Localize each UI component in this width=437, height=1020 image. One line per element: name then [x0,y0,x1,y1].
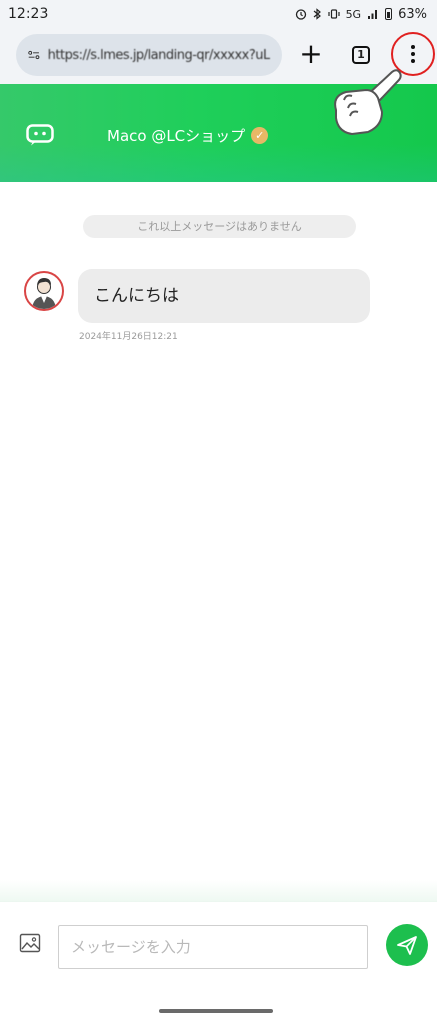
battery-icon [385,8,393,20]
site-settings-icon[interactable] [28,49,40,61]
avatar-person-icon [32,278,56,309]
home-indicator[interactable] [159,1009,273,1013]
battery-level: 63% [398,6,427,22]
address-bar[interactable]: https://s.lmes.jp/landing-qr/xxxxx?uLand… [16,34,282,76]
menu-dot-icon [411,59,415,63]
chat-logo-icon [26,124,54,146]
verified-badge-icon: ✓ [251,127,269,144]
menu-dot-icon [411,52,415,56]
avatar [24,271,64,311]
network-type: 5G [345,7,362,21]
vibrate-icon [327,9,340,19]
status-icons: 5G 63% [295,7,427,22]
alarm-icon [295,9,306,20]
send-button[interactable] [386,924,428,966]
bluetooth-icon [313,8,321,20]
status-time: 12:23 [8,6,49,22]
image-attach-icon[interactable] [19,932,41,954]
send-icon [397,936,417,955]
account-name-label: Maco @LCショップ [107,127,246,145]
url-text: https://s.lmes.jp/landing-qr/xxxxx?uLand… [47,47,270,63]
status-bar: 12:23 5G 63% [0,0,437,28]
message-input[interactable] [58,925,368,969]
message-bubble: こんにちは [78,269,370,323]
menu-dot-icon [411,45,415,49]
account-name: Maco @LCショップ ✓ [107,125,269,146]
message-composer [0,880,437,1000]
signal-icon [368,10,378,19]
message-timestamp: 2024年11月26日12:21 [79,332,178,342]
pointing-hand-icon [334,69,402,135]
no-more-messages-notice: これ以上メッセージはありません [83,215,356,238]
